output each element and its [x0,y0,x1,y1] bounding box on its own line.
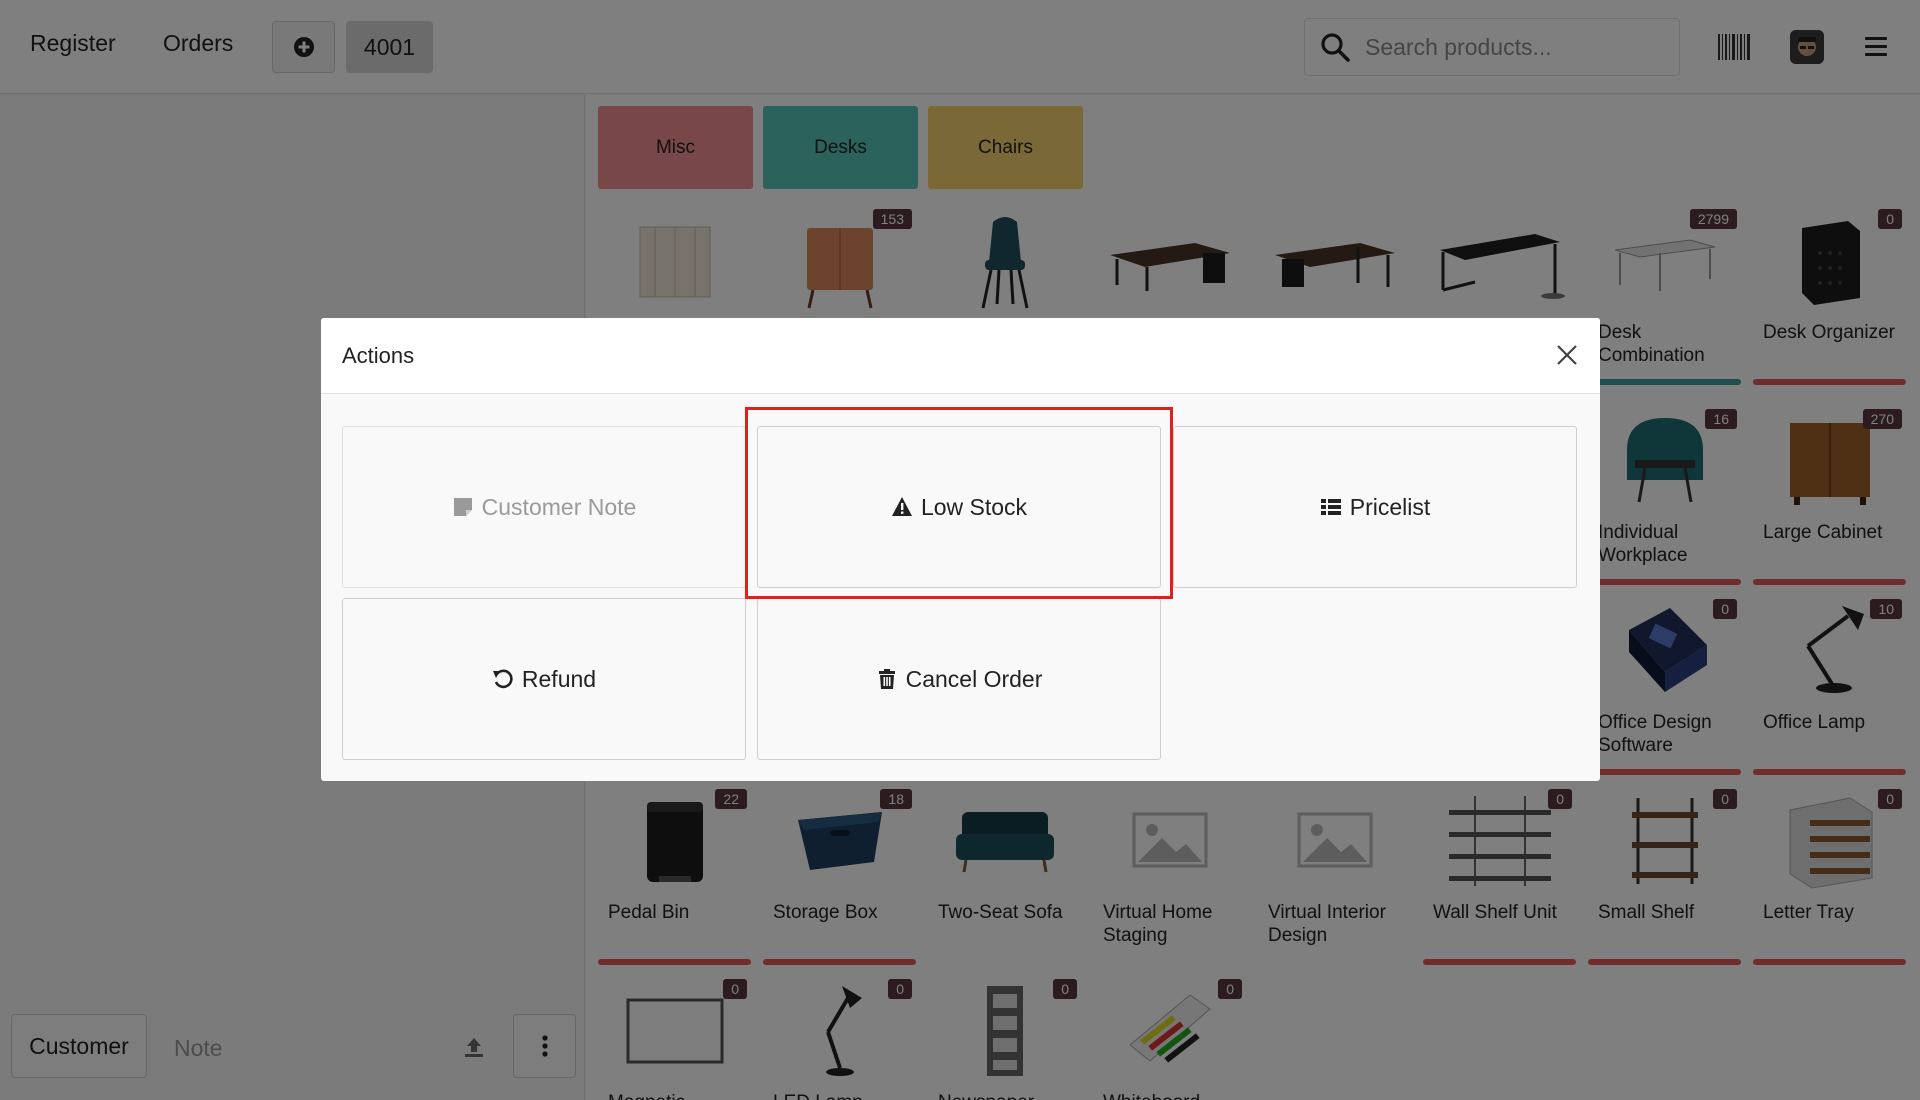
action-label: Pricelist [1349,493,1431,520]
dialog-title: Actions [342,343,415,368]
close-icon[interactable] [1552,340,1582,370]
highlight-annotation [745,407,1173,599]
dialog-header: Actions [321,318,1600,394]
list-icon [1320,499,1341,515]
action-label: Refund [521,665,597,692]
trash-icon [878,669,895,689]
sticky-note-icon [453,498,472,516]
action-label: Cancel Order [905,665,1043,692]
pricelist-button[interactable]: Pricelist [1173,426,1577,588]
cancel-order-button[interactable]: Cancel Order [757,598,1161,760]
refund-button[interactable]: Refund [342,598,746,760]
action-label: Customer Note [481,493,637,520]
undo-icon [492,669,513,689]
customer-note-button[interactable]: Customer Note [342,426,746,588]
